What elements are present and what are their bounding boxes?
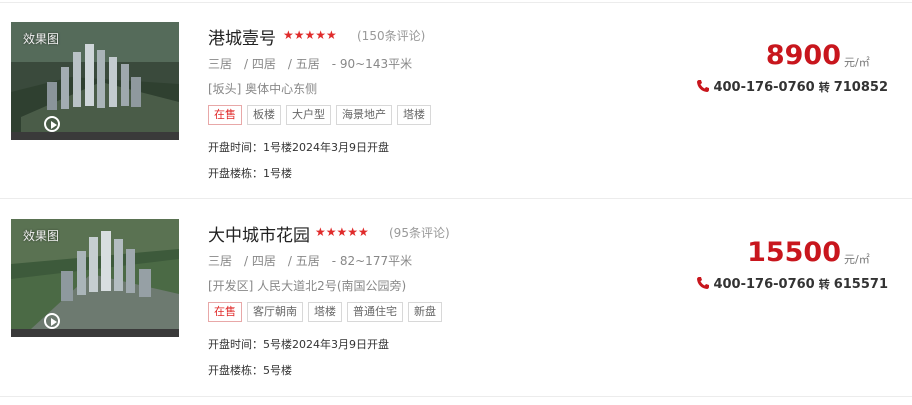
- tag: 客厅朝南: [247, 302, 303, 322]
- rating-stars: ★★★★★: [283, 28, 337, 42]
- rating-stars: ★★★★★: [315, 225, 369, 239]
- address[interactable]: [坂头] 奥体中心东侧: [208, 80, 317, 97]
- price-unit: 元/㎡: [844, 56, 870, 69]
- video-bar: [11, 329, 179, 337]
- thumbnail-label: 效果图: [23, 32, 60, 46]
- room-types: 三居 / 四居 / 五居 - 82~177平米: [208, 254, 413, 268]
- open-time: 开盘时间：1号楼2024年3月9日开盘: [208, 141, 389, 154]
- price-unit: 元/㎡: [844, 253, 870, 266]
- extension-number: 710852: [833, 80, 888, 95]
- listing-card: 效果图 大中城市花园 ★★★★★ (95条评论) 三居 / 四居 / 五居 - …: [0, 197, 912, 393]
- phone-number: 400-176-0760: [713, 277, 815, 292]
- price: 8900: [765, 40, 841, 71]
- listing-title[interactable]: 大中城市花园: [208, 221, 310, 246]
- tag: 塔楼: [397, 105, 431, 125]
- tag: 普通住宅: [347, 302, 403, 322]
- tag-list: 在售 板楼 大户型 海景地产 塔楼: [208, 105, 431, 125]
- play-icon[interactable]: [44, 313, 60, 329]
- tag-list: 在售 客厅朝南 塔楼 普通住宅 新盘: [208, 302, 442, 322]
- phone-contact[interactable]: 400-176-0760 转 710852: [696, 79, 888, 95]
- tag: 海景地产: [336, 105, 392, 125]
- review-count-link[interactable]: (95条评论): [389, 224, 450, 241]
- bottom-divider: [0, 396, 912, 397]
- tag-status: 在售: [208, 302, 242, 322]
- extension-label: 转: [818, 81, 830, 94]
- play-icon[interactable]: [44, 116, 60, 132]
- phone-icon: [697, 277, 710, 289]
- tag-status: 在售: [208, 105, 242, 125]
- thumbnail-label: 效果图: [23, 229, 60, 243]
- extension-label: 转: [818, 278, 830, 291]
- open-building: 开盘楼栋：5号楼: [208, 364, 292, 377]
- phone-number: 400-176-0760: [713, 80, 815, 95]
- listing-title[interactable]: 港城壹号: [208, 24, 276, 49]
- tag: 塔楼: [308, 302, 342, 322]
- extension-number: 615571: [833, 277, 888, 292]
- tag: 新盘: [408, 302, 442, 322]
- tag: 板楼: [247, 105, 281, 125]
- address[interactable]: [开发区] 人民大道北2号(南国公园旁): [208, 277, 406, 294]
- room-types: 三居 / 四居 / 五居 - 90~143平米: [208, 57, 413, 71]
- open-building: 开盘楼栋：1号楼: [208, 167, 292, 180]
- price: 15500: [747, 237, 841, 268]
- phone-contact[interactable]: 400-176-0760 转 615571: [696, 276, 888, 292]
- listing-thumbnail[interactable]: 效果图: [11, 22, 179, 140]
- tag: 大户型: [286, 105, 331, 125]
- phone-icon: [697, 80, 710, 92]
- review-count-link[interactable]: (150条评论): [357, 27, 425, 44]
- listing-thumbnail[interactable]: 效果图: [11, 219, 179, 337]
- listing-card: 效果图 港城壹号 ★★★★★ (150条评论) 三居 / 四居 / 五居 - 9…: [0, 0, 912, 196]
- open-time: 开盘时间：5号楼2024年3月9日开盘: [208, 338, 389, 351]
- video-bar: [11, 132, 179, 140]
